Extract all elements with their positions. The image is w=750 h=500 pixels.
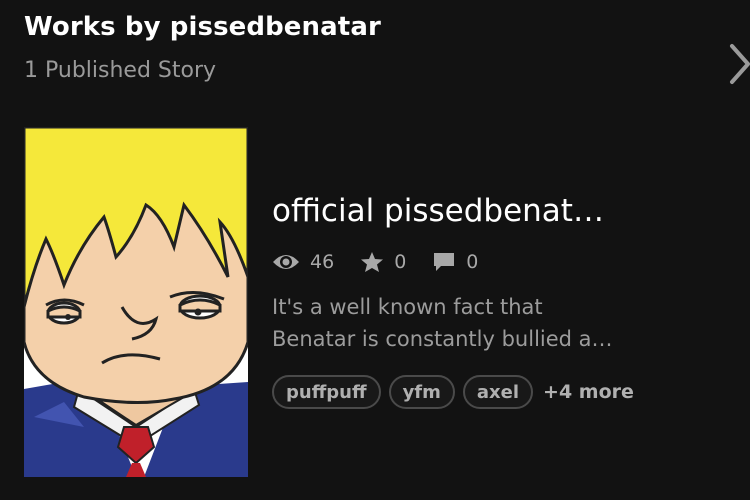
tag-axel[interactable]: axel <box>462 375 534 409</box>
story-card[interactable]: official pissedbenat… 46 0 0 It's a well… <box>24 127 726 477</box>
story-description: It's a well known fact that Benatar is c… <box>272 291 692 355</box>
votes-count: 0 <box>394 251 407 273</box>
description-line: Benatar is constantly bullied a… <box>272 327 613 351</box>
description-line: It's a well known fact that <box>272 295 543 319</box>
eye-icon <box>273 255 299 269</box>
story-info: official pissedbenat… 46 0 0 It's a well… <box>272 191 712 409</box>
story-cover-image[interactable] <box>24 127 248 477</box>
story-stats: 46 0 0 <box>272 245 712 279</box>
votes-stat: 0 <box>360 251 406 273</box>
story-tags: puffpuff yfm axel +4 more <box>272 375 712 409</box>
comments-stat: 0 <box>432 251 478 273</box>
story-title[interactable]: official pissedbenat… <box>272 191 712 231</box>
star-icon <box>361 252 384 272</box>
comment-icon <box>434 253 455 271</box>
more-tags-link[interactable]: +4 more <box>543 381 634 403</box>
comments-count: 0 <box>466 251 479 273</box>
tag-puffpuff[interactable]: puffpuff <box>272 375 381 409</box>
cover-illustration <box>24 127 248 477</box>
tag-yfm[interactable]: yfm <box>388 375 455 409</box>
works-title: Works by pissedbenatar <box>24 12 381 42</box>
reads-count: 46 <box>310 251 335 273</box>
published-count: 1 Published Story <box>24 58 217 83</box>
reads-stat: 46 <box>272 251 334 273</box>
chevron-right-icon[interactable] <box>726 42 750 86</box>
works-header[interactable]: Works by pissedbenatar 1 Published Story <box>24 12 750 102</box>
